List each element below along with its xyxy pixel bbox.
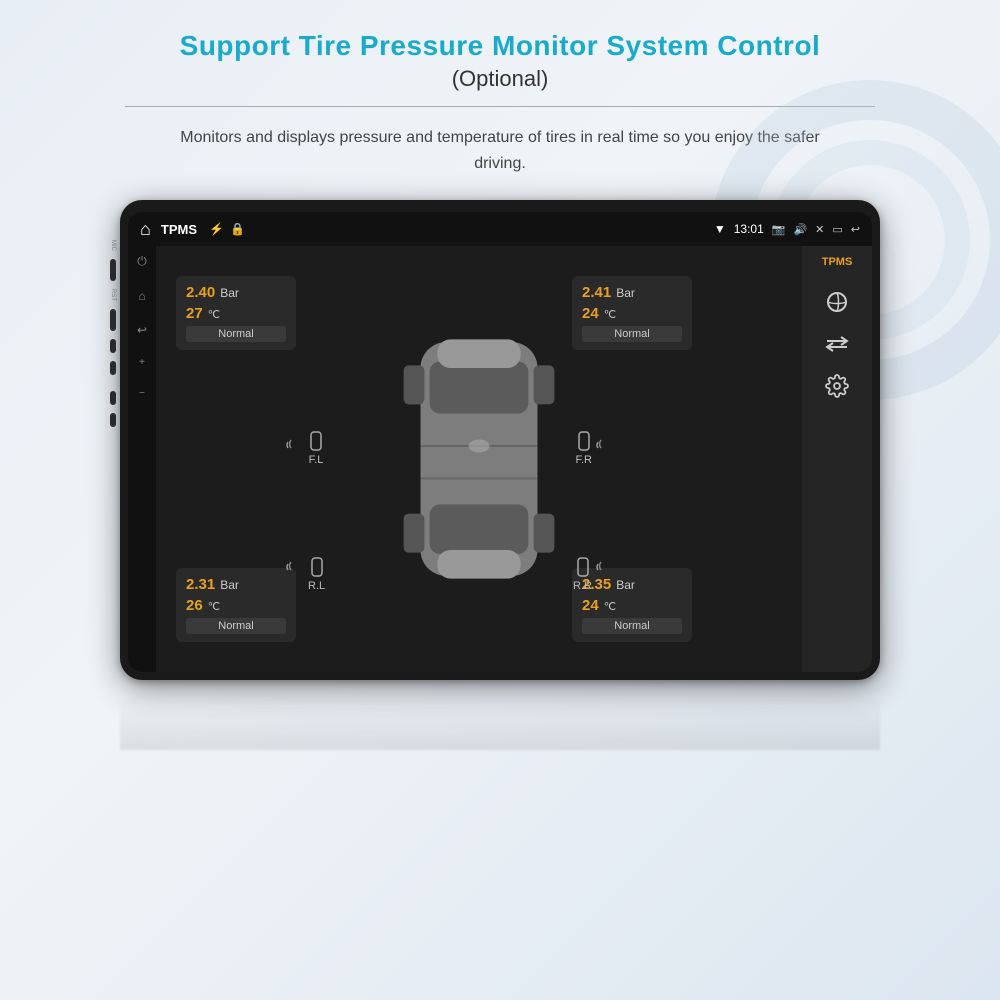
page-container: Support Tire Pressure Monitor System Con… — [0, 0, 1000, 1000]
transfer-icon — [825, 336, 849, 352]
fr-pressure-unit: Bar — [616, 286, 635, 300]
side-button-3[interactable] — [110, 339, 116, 353]
rl-wheel-icon — [309, 557, 325, 577]
usb-icon: ⚡ — [209, 222, 224, 236]
app-title: TPMS — [161, 222, 197, 237]
mic-label: MIC — [110, 240, 116, 251]
vol-up-icon[interactable]: + — [139, 357, 145, 368]
tire-box-fl: 2.40 Bar 27 ℃ Normal — [176, 276, 296, 350]
rr-temp-value: 24 — [582, 597, 599, 614]
status-right: ▼ 13:01 📷 🔊 ✕ ▭ ↩ — [714, 222, 860, 236]
wifi-icon: ▼ — [714, 222, 726, 236]
rp-transfer-btn[interactable] — [825, 336, 849, 352]
status-icons: ⚡ 🔒 — [209, 222, 245, 236]
settings-icon — [825, 374, 849, 398]
back-status-icon[interactable]: ↩ — [851, 223, 860, 236]
window-status-icon[interactable]: ▭ — [832, 223, 842, 236]
status-bar: ⌂ TPMS ⚡ 🔒 ▼ 13:01 📷 🔊 ✕ ▭ ↩ — [128, 212, 872, 246]
rl-temp-row: 26 ℃ — [186, 597, 286, 614]
rl-temp-value: 26 — [186, 597, 203, 614]
home-icon[interactable]: ⌂ — [140, 219, 151, 240]
fl-pressure-row: 2.40 Bar — [186, 284, 286, 301]
camera-status-icon[interactable]: 📷 — [772, 223, 786, 236]
fr-pressure-value: 2.41 — [582, 284, 611, 301]
rl-pressure-unit: Bar — [220, 578, 239, 592]
fr-temp-unit: ℃ — [604, 308, 616, 321]
car-image — [399, 329, 559, 589]
left-side-panel: MIC RST — [106, 240, 120, 427]
fl-status: Normal — [186, 326, 286, 342]
fr-temp-row: 24 ℃ — [582, 305, 682, 322]
rl-signal-waves — [284, 560, 304, 585]
tire-box-fr: 2.41 Bar 24 ℃ Normal — [572, 276, 692, 350]
rr-status: Normal — [582, 618, 682, 634]
home-sidebar-icon[interactable]: ⌂ — [138, 289, 145, 303]
fl-temp-unit: ℃ — [208, 308, 220, 321]
fr-signal-waves — [594, 438, 614, 463]
fr-wheel-icon — [576, 431, 592, 451]
status-time: 13:01 — [734, 222, 764, 236]
power-icon[interactable]: ⏻ — [137, 254, 147, 269]
subtitle: (Optional) — [452, 66, 549, 92]
rl-label-area: R.L — [308, 557, 325, 592]
close-status-icon[interactable]: ✕ — [815, 223, 824, 236]
tpms-content: 2.40 Bar 27 ℃ Normal 2.41 Bar — [156, 246, 802, 672]
fl-pressure-value: 2.40 — [186, 284, 215, 301]
fl-signal-waves — [284, 438, 304, 463]
rr-temp-unit: ℃ — [604, 600, 616, 613]
side-button-5[interactable] — [110, 391, 116, 405]
side-button-4[interactable] — [110, 361, 116, 375]
fl-temp-row: 27 ℃ — [186, 305, 286, 322]
rst-label: RST — [110, 289, 116, 301]
rr-signal-waves — [594, 560, 614, 585]
left-sidebar: ⏻ ⌂ ↩ + − — [128, 246, 156, 672]
sync-icon — [825, 290, 849, 314]
rl-label-text: R.L — [308, 580, 325, 592]
rp-sync-btn[interactable] — [825, 290, 849, 314]
right-panel: TPMS — [802, 246, 872, 672]
screen: ⌂ TPMS ⚡ 🔒 ▼ 13:01 📷 🔊 ✕ ▭ ↩ — [128, 212, 872, 672]
divider — [125, 106, 875, 107]
fl-label-area: F.L — [308, 431, 324, 466]
fr-label-area: F.R — [576, 431, 593, 466]
fl-label-text: F.L — [309, 454, 324, 466]
rr-label-text: R.R — [573, 580, 592, 592]
side-button-1[interactable] — [110, 259, 116, 281]
rl-temp-unit: ℃ — [208, 600, 220, 613]
fl-wheel-icon — [308, 431, 324, 451]
rl-status: Normal — [186, 618, 286, 634]
lock-icon: 🔒 — [230, 222, 245, 236]
fr-label-text: F.R — [576, 454, 593, 466]
rr-temp-row: 24 ℃ — [582, 597, 682, 614]
rr-pressure-unit: Bar — [616, 578, 635, 592]
rl-pressure-row: 2.31 Bar — [186, 576, 286, 593]
back-sidebar-icon[interactable]: ↩ — [137, 323, 147, 337]
fr-status: Normal — [582, 326, 682, 342]
volume-status-icon[interactable]: 🔊 — [793, 223, 807, 236]
rp-settings-btn[interactable] — [825, 374, 849, 398]
fr-pressure-row: 2.41 Bar — [582, 284, 682, 301]
fl-temp-value: 27 — [186, 305, 203, 322]
side-button-2[interactable] — [110, 309, 116, 331]
fr-temp-value: 24 — [582, 305, 599, 322]
rl-pressure-value: 2.31 — [186, 576, 215, 593]
side-button-6[interactable] — [110, 413, 116, 427]
device-reflection — [120, 680, 880, 750]
tpms-right-title: TPMS — [822, 256, 853, 268]
main-title: Support Tire Pressure Monitor System Con… — [180, 30, 821, 62]
rr-label-area: R.R — [573, 557, 592, 592]
vol-down-icon[interactable]: − — [139, 388, 145, 399]
tire-box-rl: 2.31 Bar 26 ℃ Normal — [176, 568, 296, 642]
main-area: ⏻ ⌂ ↩ + − 2.40 Bar 27 — [128, 246, 872, 672]
device: MIC RST ⌂ TPMS ⚡ 🔒 ▼ 13:01 — [120, 200, 880, 680]
rr-wheel-icon — [575, 557, 591, 577]
fl-pressure-unit: Bar — [220, 286, 239, 300]
